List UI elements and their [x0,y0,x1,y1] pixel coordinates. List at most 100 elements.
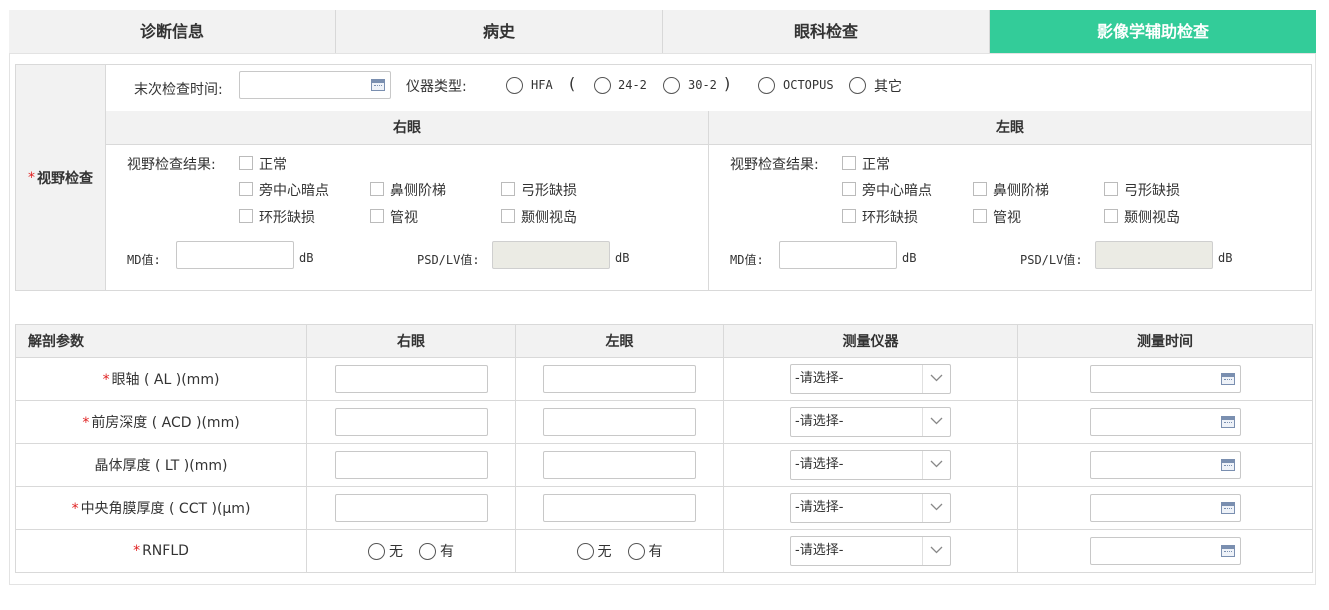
table-row: * RNFLD 无有无有 -请选择- [15,529,1313,573]
tab-eye-exam[interactable]: 眼科检查 [663,10,990,53]
check-ring-right[interactable] [239,209,253,223]
param-label: 晶体厚度 ( LT )(mm) [94,458,228,474]
calendar-icon[interactable] [1220,416,1235,428]
col-header-left-eye: 左眼 [515,324,724,358]
calendar-icon[interactable] [1220,545,1235,557]
select-value: -请选择- [795,543,844,558]
left-eye-cell [515,486,724,530]
check-arcuate-right[interactable] [501,182,515,196]
radio-left-1[interactable]: 有 [627,541,663,561]
chevron-down-icon[interactable] [922,494,950,522]
col-header-right-eye: 右眼 [306,324,516,358]
col-header-instrument: 测量仪器 [723,324,1018,358]
instrument-cell: -请选择- [723,357,1018,401]
radio-left-0[interactable]: 无 [576,541,612,561]
radio-circle[interactable] [627,542,645,560]
tab-diagnosis-info[interactable]: 诊断信息 [9,10,336,53]
radio-circle[interactable] [419,542,436,560]
right-eye-header: 右眼 [106,111,708,145]
radio-24-2[interactable] [594,77,611,94]
md-input-right[interactable] [176,241,294,269]
result-label-left: 视野检查结果: [730,157,819,173]
instrument-select[interactable]: -请选择- [790,493,951,523]
radio-right-1[interactable]: 有 [419,541,454,561]
radio-label: 无 [597,544,612,560]
check-ring-left[interactable] [842,209,856,223]
md-input-left[interactable] [779,241,897,269]
check-paracentral-left[interactable] [842,182,856,196]
check-normal-right[interactable] [239,156,253,170]
select-value: -请选择- [795,457,844,472]
check-nasal-step-right[interactable] [370,182,384,196]
24-2-label: 24-2 [618,78,647,92]
required-mark: * [71,501,79,517]
measure-time-input[interactable] [1089,537,1241,565]
radio-right-0[interactable]: 无 [368,541,403,561]
instrument-cell: -请选择- [723,400,1018,444]
check-temporal-island-left[interactable] [1104,209,1118,223]
right-eye-input[interactable] [334,451,488,479]
normal-label: 正常 [259,157,287,173]
chevron-down-icon[interactable] [922,537,950,565]
radio-other[interactable] [849,77,866,94]
radio-circle[interactable] [576,542,594,560]
right-eye-input[interactable] [334,365,488,393]
calendar-icon[interactable] [1220,459,1235,471]
instrument-select[interactable]: -请选择- [790,407,951,437]
check-normal-left[interactable] [842,156,856,170]
measure-time-input[interactable] [1089,494,1241,522]
calendar-icon[interactable] [1220,502,1235,514]
measure-time-input[interactable] [1089,451,1241,479]
left-eye-cell [515,400,724,444]
time-cell [1017,529,1313,573]
left-eye-input[interactable] [543,494,696,522]
radio-30-2[interactable] [663,77,680,94]
md-unit-right: dB [299,251,314,265]
instrument-select[interactable]: -请选择- [790,364,951,394]
check-arcuate-left[interactable] [1104,182,1118,196]
check-tunnel-left[interactable] [973,209,987,223]
psd-input-left[interactable] [1095,241,1213,269]
psd-input-right[interactable] [492,241,610,269]
param-label: 眼轴 ( AL )(mm) [111,372,220,388]
measure-time-input[interactable] [1089,365,1241,393]
chevron-down-icon[interactable] [922,408,950,436]
calendar-icon[interactable] [1220,373,1235,385]
param-label-cell: * 中央角膜厚度 ( CCT )(μm) [15,486,307,530]
radio-hfa[interactable] [506,77,523,94]
right-eye-input[interactable] [334,408,488,436]
radio-label: 无 [389,544,403,560]
radio-octopus[interactable] [758,77,775,94]
left-eye-input[interactable] [543,365,696,393]
tab-imaging-exam[interactable]: 影像学辅助检查 [990,10,1316,53]
psd-unit-left: dB [1218,251,1233,265]
tab-medical-history[interactable]: 病史 [336,10,663,53]
hfa-label: HFA [531,78,553,92]
right-eye-input[interactable] [334,494,488,522]
instrument-cell: -请选择- [723,486,1018,530]
check-temporal-island-right[interactable] [501,209,515,223]
instrument-select[interactable]: -请选择- [790,536,951,566]
check-tunnel-right[interactable] [370,209,384,223]
last-exam-time-label: 末次检查时间: [134,82,223,98]
last-exam-time-input[interactable] [239,71,391,99]
tab-bar: 诊断信息 病史 眼科检查 影像学辅助检查 [9,10,1316,53]
measure-time-input[interactable] [1089,408,1241,436]
instrument-cell: -请选择- [723,443,1018,487]
arcuate-label: 弓形缺损 [1124,183,1180,199]
chevron-down-icon[interactable] [922,451,950,479]
temporal-island-label: 颞侧视岛 [1124,210,1180,226]
radio-circle[interactable] [368,542,385,560]
calendar-icon[interactable] [371,79,385,91]
radio-label: 有 [648,544,663,560]
table-row: 晶体厚度 ( LT )(mm) -请选择- [15,443,1313,487]
left-eye-input[interactable] [543,451,696,479]
left-eye-cell [515,443,724,487]
chevron-down-icon[interactable] [922,365,950,393]
left-eye-results: 视野检查结果: 正常 旁中心暗点 鼻侧阶梯 弓形缺损 环形缺损 管视 颞侧视岛 … [709,145,1311,290]
check-paracentral-right[interactable] [239,182,253,196]
instrument-select[interactable]: -请选择- [790,450,951,480]
required-mark: * [82,415,90,431]
left-eye-input[interactable] [543,408,696,436]
check-nasal-step-left[interactable] [973,182,987,196]
